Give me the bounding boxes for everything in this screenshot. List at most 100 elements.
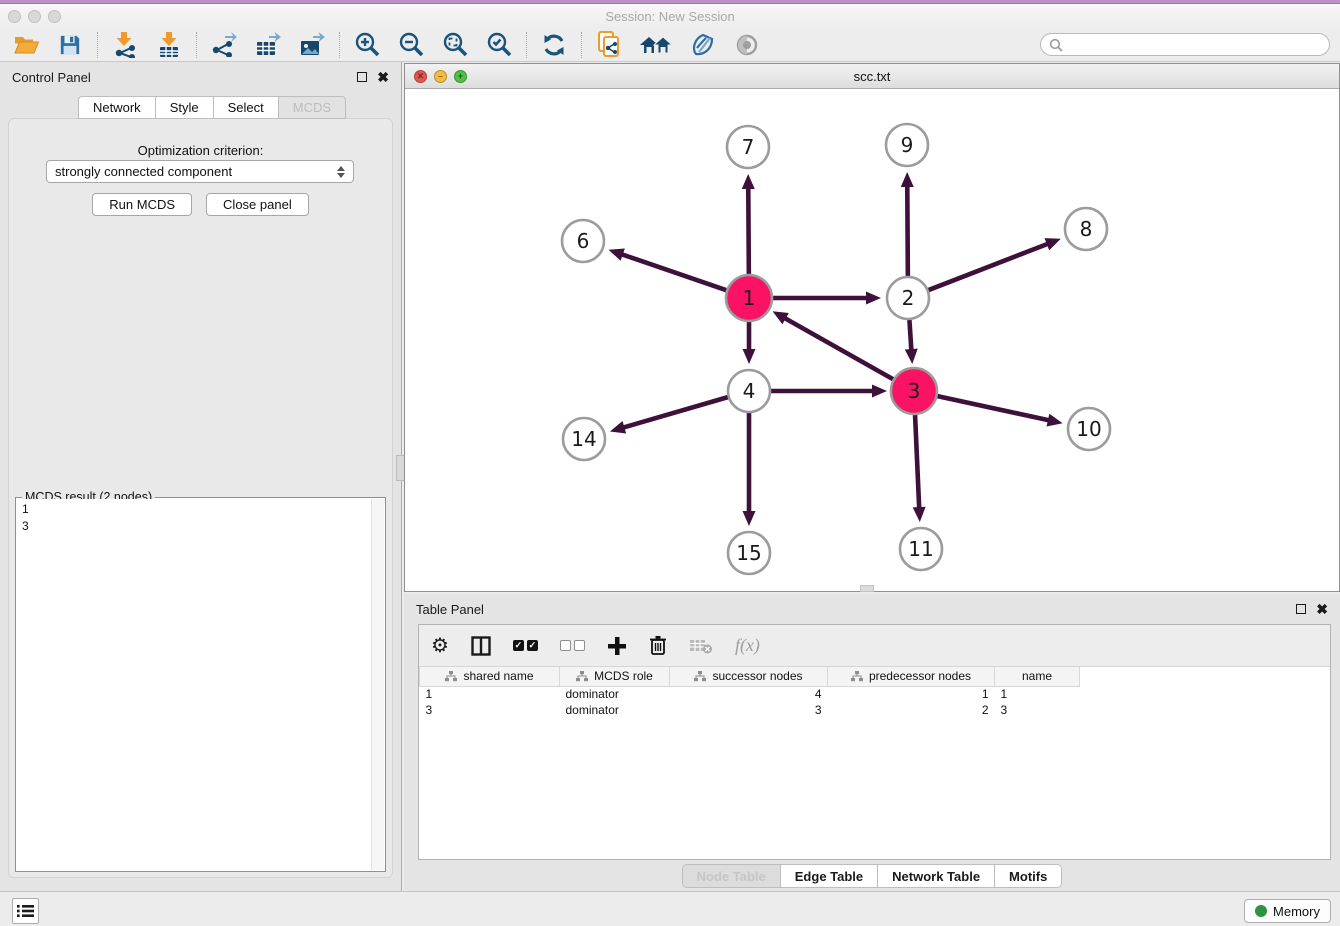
control-panel-title: Control Panel bbox=[12, 70, 91, 85]
tab-node-table[interactable]: Node Table bbox=[682, 864, 780, 888]
plus-icon bbox=[607, 636, 627, 656]
graph-edge-arrowhead bbox=[610, 421, 626, 433]
deselect-all-button[interactable] bbox=[560, 640, 585, 651]
function-builder-button[interactable]: f(x) bbox=[735, 635, 760, 656]
mcds-result-box: MCDS result (2 nodes) 1 3 bbox=[15, 497, 386, 872]
graph-edge-arrowhead bbox=[913, 507, 926, 522]
graph-edge-3-11[interactable] bbox=[915, 415, 919, 509]
graph-edge-3-10[interactable] bbox=[937, 396, 1049, 420]
close-table-panel-icon[interactable]: ✖ bbox=[1316, 601, 1328, 618]
graph-edge-2-8[interactable] bbox=[929, 243, 1049, 290]
houses-icon bbox=[640, 34, 672, 56]
import-network-icon bbox=[113, 32, 138, 58]
task-history-button[interactable] bbox=[12, 898, 39, 924]
network-canvas-svg[interactable]: 7968124314101511 bbox=[405, 89, 1339, 592]
columns-icon bbox=[471, 636, 491, 656]
column-header-predecessor-nodes[interactable]: predecessor nodes bbox=[828, 667, 995, 686]
network-canvas[interactable]: 7968124314101511 bbox=[405, 89, 1339, 591]
cell-name[interactable]: 3 bbox=[995, 702, 1080, 718]
cell-mcds-role[interactable]: dominator bbox=[560, 686, 670, 702]
graph-edge-1-6[interactable] bbox=[621, 254, 726, 290]
column-header-successor-nodes[interactable]: successor nodes bbox=[670, 667, 828, 686]
save-session-button[interactable] bbox=[56, 32, 84, 58]
zoom-out-button[interactable] bbox=[397, 32, 425, 58]
duplicate-network-button[interactable] bbox=[595, 32, 623, 58]
cell-predecessor-nodes[interactable]: 1 bbox=[828, 686, 995, 702]
export-table-button[interactable] bbox=[254, 32, 282, 58]
memory-button[interactable]: Memory bbox=[1244, 899, 1331, 923]
memory-status-icon bbox=[1255, 905, 1267, 917]
network-window-titlebar[interactable]: ✕ – + scc.txt bbox=[405, 64, 1339, 89]
tab-select[interactable]: Select bbox=[213, 96, 278, 119]
run-mcds-button[interactable]: Run MCDS bbox=[92, 193, 192, 216]
tab-edge-table[interactable]: Edge Table bbox=[780, 864, 877, 888]
tab-motifs[interactable]: Motifs bbox=[994, 864, 1062, 888]
column-header-mcds-role[interactable]: MCDS role bbox=[560, 667, 670, 686]
tab-mcds[interactable]: MCDS bbox=[278, 96, 346, 119]
open-folder-icon bbox=[14, 34, 39, 55]
memory-label: Memory bbox=[1273, 904, 1320, 919]
dropdown-arrows-icon bbox=[337, 166, 345, 178]
import-table-button[interactable] bbox=[155, 32, 183, 58]
cell-successor-nodes[interactable]: 4 bbox=[670, 686, 828, 702]
mcds-result-text[interactable]: 1 3 bbox=[17, 499, 371, 870]
node-table: shared name MCDS role successor nodes pr… bbox=[419, 667, 1080, 718]
table-settings-button[interactable]: ⚙ bbox=[431, 636, 449, 656]
float-table-panel-icon[interactable] bbox=[1296, 604, 1306, 614]
zoom-fit-button[interactable] bbox=[441, 32, 469, 58]
search-icon bbox=[1049, 38, 1063, 52]
fx-icon: f(x) bbox=[735, 635, 760, 656]
style-preview-button[interactable] bbox=[689, 32, 717, 58]
graph-node-label-6: 6 bbox=[577, 229, 590, 253]
optimization-criterion-label: Optimization criterion: bbox=[9, 143, 392, 158]
close-panel-icon[interactable]: ✖ bbox=[377, 69, 389, 86]
table-tabs: Node Table Edge Table Network Table Moti… bbox=[404, 864, 1340, 888]
cell-shared-name[interactable]: 3 bbox=[420, 702, 560, 718]
cell-predecessor-nodes[interactable]: 2 bbox=[828, 702, 995, 718]
network-split-handle[interactable] bbox=[860, 585, 874, 592]
column-header-name[interactable]: name bbox=[995, 667, 1080, 686]
optimization-criterion-select[interactable]: strongly connected component bbox=[46, 160, 354, 183]
zoom-selected-button[interactable] bbox=[485, 32, 513, 58]
export-network-button[interactable] bbox=[210, 32, 238, 58]
search-input[interactable] bbox=[1068, 38, 1321, 52]
first-neighbors-button[interactable] bbox=[639, 32, 673, 58]
tab-network-table[interactable]: Network Table bbox=[877, 864, 994, 888]
checked-box-icon: ✓ bbox=[527, 640, 538, 651]
hide-eye-button[interactable] bbox=[733, 32, 761, 58]
export-image-button[interactable] bbox=[298, 32, 326, 58]
table-row[interactable]: 3 dominator 3 2 3 bbox=[420, 702, 1080, 718]
graph-edge-arrowhead bbox=[905, 349, 918, 364]
cell-successor-nodes[interactable]: 3 bbox=[670, 702, 828, 718]
table-row[interactable]: 1 dominator 4 1 1 bbox=[420, 686, 1080, 702]
delete-table-button[interactable] bbox=[689, 637, 713, 655]
column-header-shared-name[interactable]: shared name bbox=[420, 667, 560, 686]
export-image-icon bbox=[299, 32, 325, 57]
close-panel-button[interactable]: Close panel bbox=[206, 193, 309, 216]
select-all-button[interactable]: ✓ ✓ bbox=[513, 640, 538, 651]
refresh-button[interactable] bbox=[540, 32, 568, 58]
graph-edge-arrowhead bbox=[1047, 414, 1063, 427]
add-column-button[interactable] bbox=[607, 636, 627, 656]
cell-name[interactable]: 1 bbox=[995, 686, 1080, 702]
mcds-result-scrollbar[interactable] bbox=[371, 499, 384, 870]
search-box[interactable] bbox=[1040, 33, 1330, 56]
graph-edge-2-9[interactable] bbox=[907, 185, 908, 276]
cell-mcds-role[interactable]: dominator bbox=[560, 702, 670, 718]
graph-edge-4-14[interactable] bbox=[622, 397, 727, 428]
graph-node-label-10: 10 bbox=[1076, 417, 1101, 441]
show-columns-button[interactable] bbox=[471, 636, 491, 656]
graph-edge-arrowhead bbox=[609, 248, 625, 260]
tab-style[interactable]: Style bbox=[155, 96, 213, 119]
float-panel-icon[interactable] bbox=[357, 72, 367, 82]
graph-node-label-9: 9 bbox=[901, 133, 914, 157]
graph-edge-2-3[interactable] bbox=[909, 320, 911, 351]
cell-shared-name[interactable]: 1 bbox=[420, 686, 560, 702]
delete-column-button[interactable] bbox=[649, 635, 667, 656]
open-file-button[interactable] bbox=[12, 32, 40, 58]
zoom-in-button[interactable] bbox=[353, 32, 381, 58]
graph-edge-3-1[interactable] bbox=[784, 318, 893, 380]
graph-edge-1-7[interactable] bbox=[748, 187, 749, 274]
import-network-button[interactable] bbox=[111, 32, 139, 58]
tab-network[interactable]: Network bbox=[78, 96, 155, 119]
